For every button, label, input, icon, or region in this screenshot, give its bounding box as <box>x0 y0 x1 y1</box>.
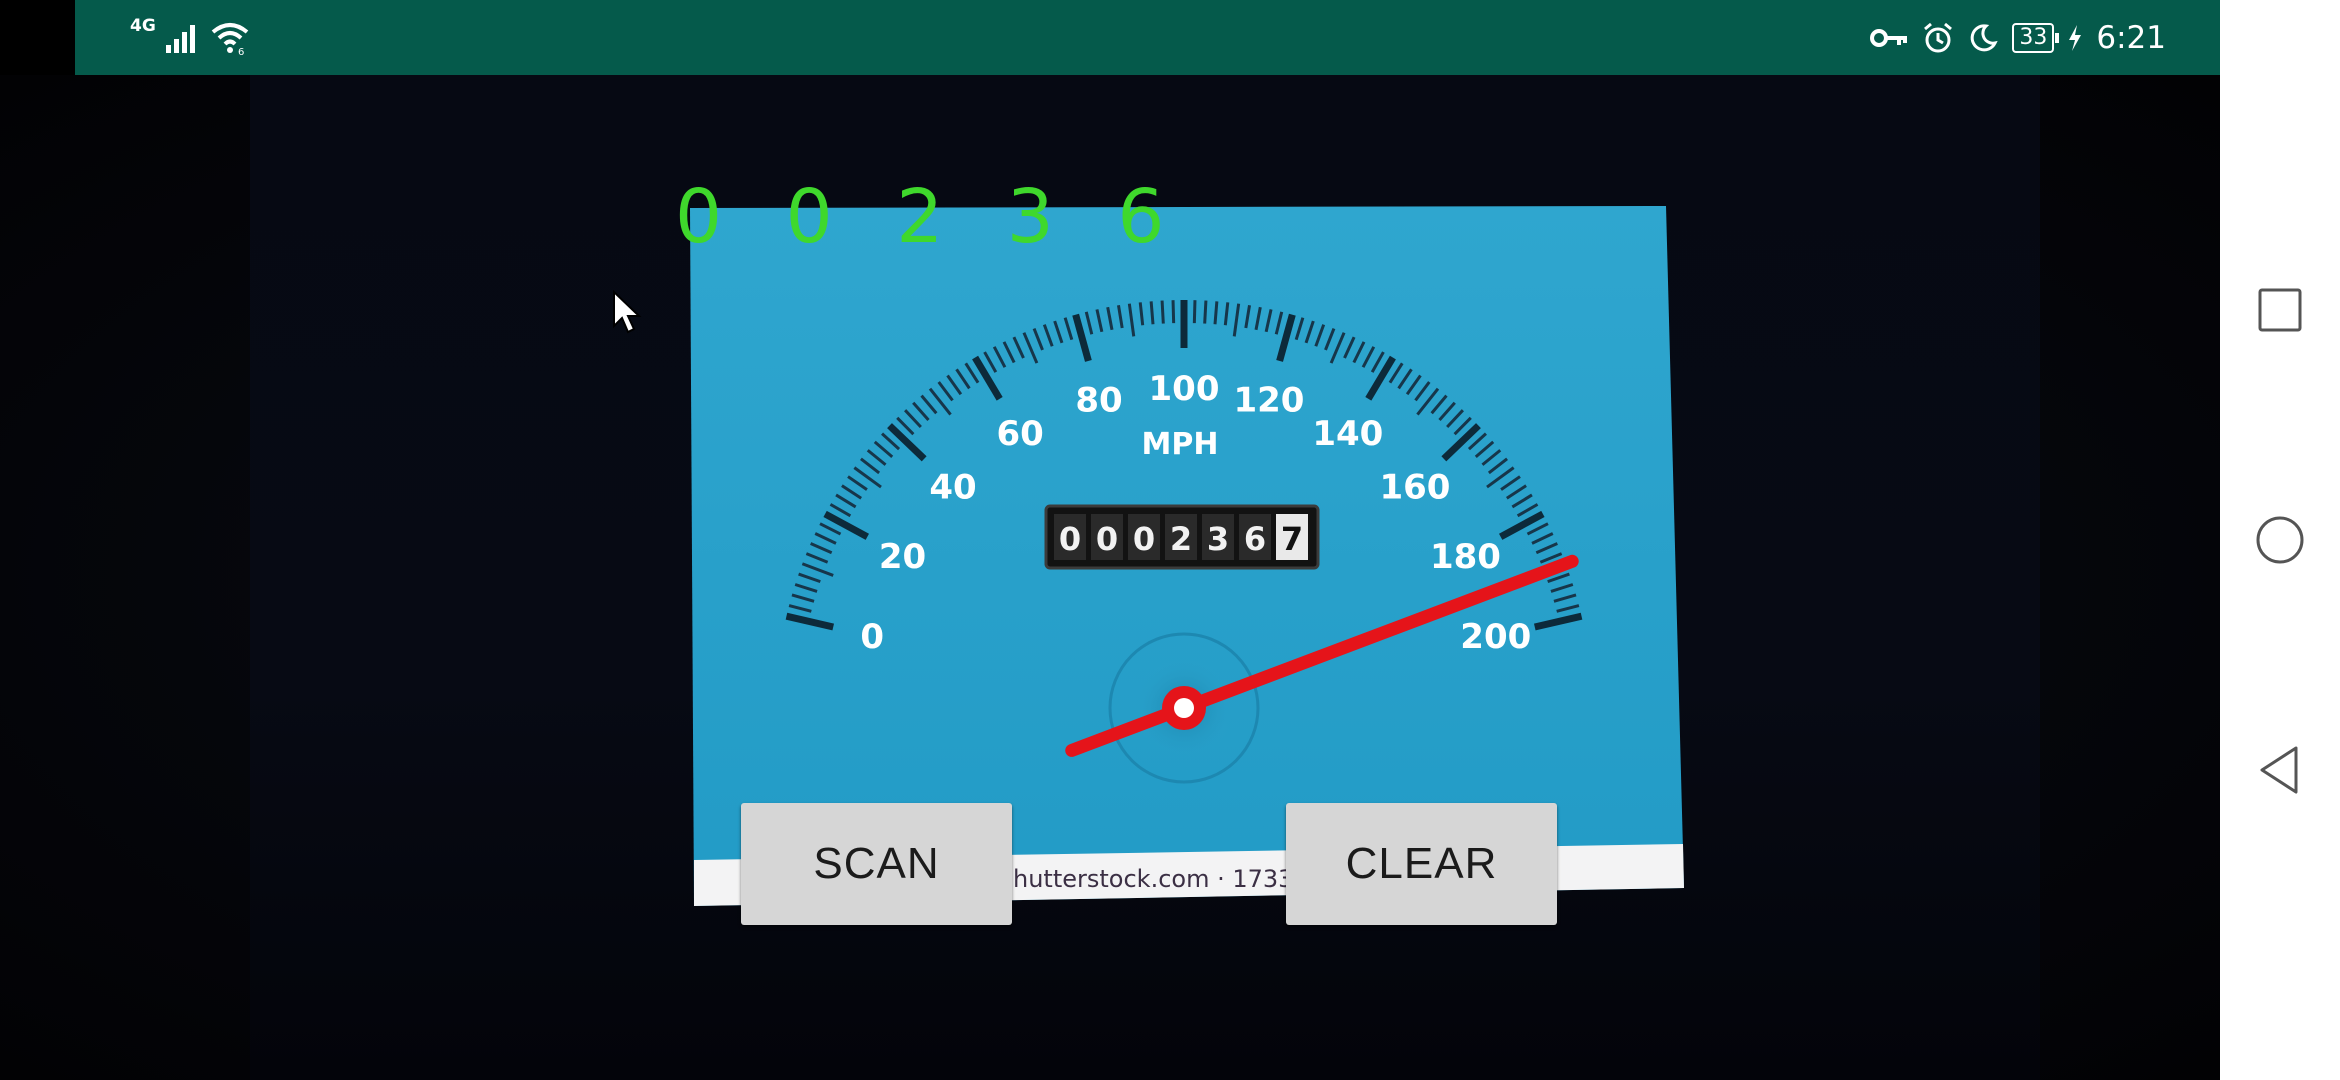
svg-text:0: 0 <box>1133 520 1155 558</box>
scan-button[interactable]: SCAN <box>741 803 1012 925</box>
svg-text:2: 2 <box>1170 520 1192 558</box>
odometer-digit: 6 <box>1239 514 1271 560</box>
dial-tick-label: 160 <box>1379 468 1450 508</box>
dial-tick <box>1171 300 1176 324</box>
dial-tick <box>1192 300 1197 324</box>
alarm-icon <box>1924 22 1953 53</box>
dial-tick <box>1160 300 1165 324</box>
clock: 6:21 <box>2096 20 2166 56</box>
odometer-tenths: 7 <box>1276 514 1308 560</box>
dial-tick-label: 140 <box>1312 414 1383 454</box>
dial-tick-label: 0 <box>860 617 884 657</box>
back-triangle-icon <box>2260 746 2298 794</box>
dial-tick-label: 180 <box>1430 537 1501 577</box>
dial-tick-label: 20 <box>879 537 926 577</box>
home-button[interactable] <box>2238 498 2322 582</box>
dial-tick-label: 120 <box>1233 380 1304 420</box>
battery-level: 33 <box>2019 25 2048 50</box>
odometer-digit: 0 <box>1128 514 1160 560</box>
do-not-disturb-moon-icon <box>1971 24 1999 52</box>
dial-tick <box>1213 301 1219 325</box>
status-bar: 4G 6 33 6:21 <box>75 0 2220 75</box>
svg-text:6: 6 <box>1244 520 1266 558</box>
odometer-digit: 0 <box>1054 514 1086 560</box>
dial-tick-label: 40 <box>929 468 976 508</box>
wifi-icon: 6 <box>211 23 249 55</box>
home-circle-icon <box>2256 516 2304 564</box>
dial-tick-label: 80 <box>1075 380 1122 420</box>
odometer: 0002367 <box>1044 504 1320 570</box>
svg-text:0: 0 <box>1096 520 1118 558</box>
svg-text:7: 7 <box>1281 520 1303 558</box>
dial-tick-label: 200 <box>1460 617 1531 657</box>
charging-bolt-icon <box>2069 25 2082 51</box>
unit-label: MPH <box>1142 427 1219 462</box>
watermark-text: hutterstock.com · 1733 <box>1013 865 1293 893</box>
dial-tick-label: 100 <box>1149 369 1220 409</box>
clear-button[interactable]: CLEAR <box>1286 803 1557 925</box>
wifi-badge: 6 <box>238 47 244 55</box>
back-button[interactable] <box>2238 728 2322 812</box>
odometer-digit: 3 <box>1202 514 1234 560</box>
dial-tick <box>1203 300 1208 324</box>
signal-icon <box>165 25 195 53</box>
odometer-digit: 0 <box>1091 514 1123 560</box>
recents-button[interactable] <box>2238 268 2322 352</box>
ocr-result-text: 0 0 2 3 6 <box>675 174 1185 260</box>
needle-cap <box>1174 698 1194 718</box>
vpn-key-icon <box>1870 29 1908 47</box>
mouse-cursor-icon <box>613 290 642 334</box>
svg-text:3: 3 <box>1207 520 1229 558</box>
battery-icon: 33 <box>2012 23 2060 53</box>
dial-tick-label: 60 <box>996 414 1043 454</box>
network-type-label: 4G <box>130 16 156 36</box>
odometer-digit: 2 <box>1165 514 1197 560</box>
dial-tick <box>1149 301 1155 325</box>
svg-text:0: 0 <box>1059 520 1081 558</box>
recents-square-icon <box>2258 288 2302 332</box>
